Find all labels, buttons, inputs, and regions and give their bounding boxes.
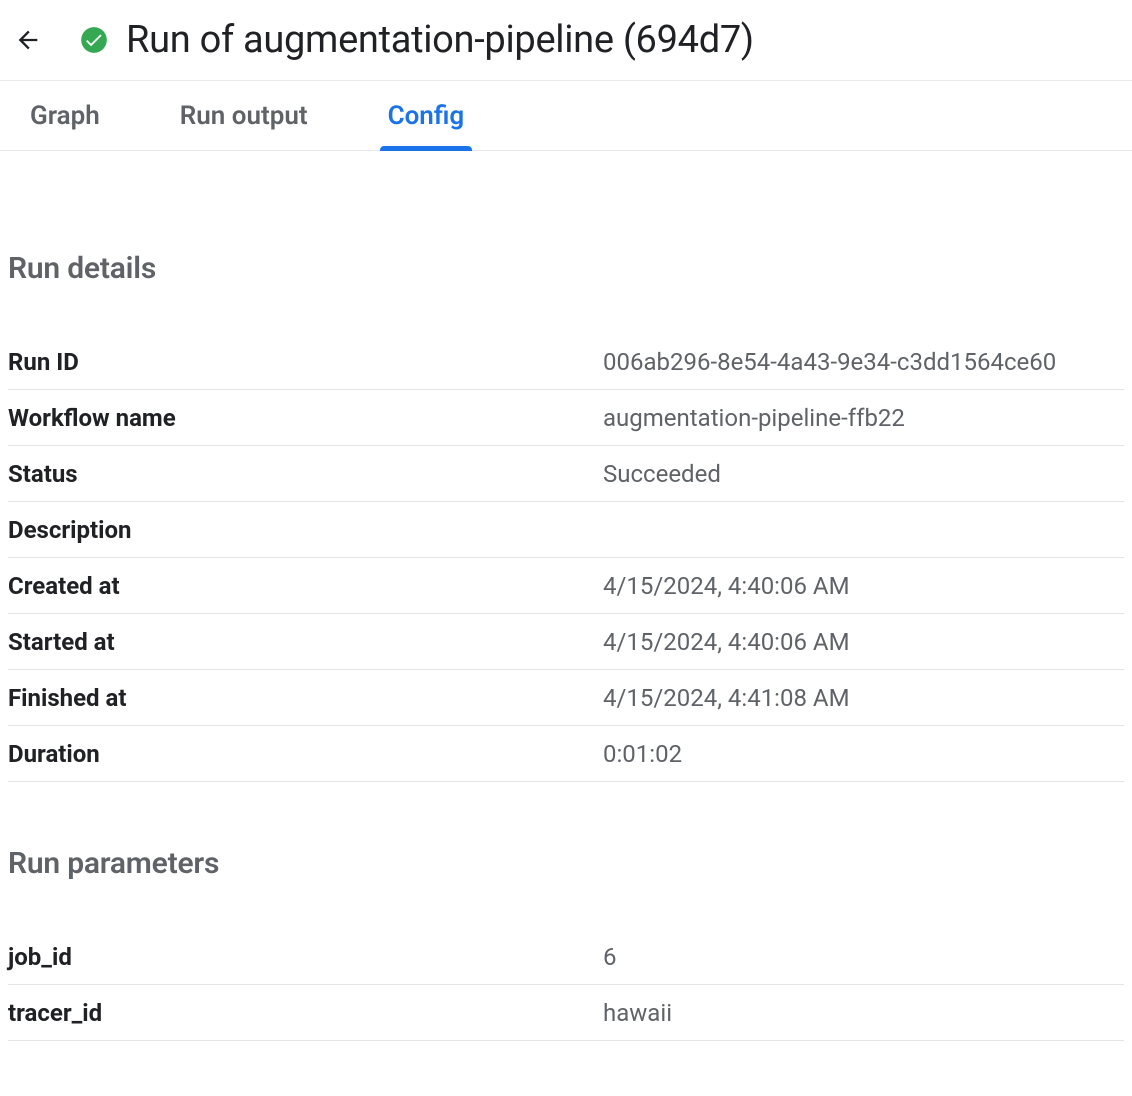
label-duration: Duration: [8, 740, 603, 768]
run-parameters-heading: Run parameters: [8, 846, 1124, 881]
back-button[interactable]: [14, 26, 42, 54]
tab-graph[interactable]: Graph: [30, 81, 100, 151]
status-success-icon: [80, 26, 108, 54]
value-finished-at: 4/15/2024, 4:41:08 AM: [603, 684, 1124, 712]
label-job-id: job_id: [8, 943, 603, 971]
value-workflow-name: augmentation-pipeline-ffb22: [603, 404, 1124, 432]
value-run-id: 006ab296-8e54-4a43-9e34-c3dd1564ce60: [603, 348, 1124, 376]
value-duration: 0:01:02: [603, 740, 1124, 768]
label-created-at: Created at: [8, 572, 603, 600]
row-run-id: Run ID 006ab296-8e54-4a43-9e34-c3dd1564c…: [8, 334, 1124, 390]
check-circle-icon: [80, 26, 108, 54]
label-finished-at: Finished at: [8, 684, 603, 712]
value-job-id: 6: [603, 943, 1124, 971]
run-details-heading: Run details: [8, 251, 1124, 286]
label-run-id: Run ID: [8, 348, 603, 376]
row-created-at: Created at 4/15/2024, 4:40:06 AM: [8, 558, 1124, 614]
value-status: Succeeded: [603, 460, 1124, 488]
label-status: Status: [8, 460, 603, 488]
value-created-at: 4/15/2024, 4:40:06 AM: [603, 572, 1124, 600]
tab-run-output[interactable]: Run output: [180, 81, 308, 151]
row-description: Description: [8, 502, 1124, 558]
row-started-at: Started at 4/15/2024, 4:40:06 AM: [8, 614, 1124, 670]
row-duration: Duration 0:01:02: [8, 726, 1124, 782]
content: Run details Run ID 006ab296-8e54-4a43-9e…: [0, 251, 1132, 1041]
row-tracer-id: tracer_id hawaii: [8, 985, 1124, 1041]
value-tracer-id: hawaii: [603, 999, 1124, 1027]
row-workflow-name: Workflow name augmentation-pipeline-ffb2…: [8, 390, 1124, 446]
tabs: Graph Run output Config: [0, 81, 1132, 151]
header-bar: Run of augmentation-pipeline (694d7): [0, 0, 1132, 81]
page-title: Run of augmentation-pipeline (694d7): [126, 18, 754, 62]
tab-config[interactable]: Config: [388, 81, 465, 151]
value-started-at: 4/15/2024, 4:40:06 AM: [603, 628, 1124, 656]
row-job-id: job_id 6: [8, 929, 1124, 985]
label-started-at: Started at: [8, 628, 603, 656]
row-finished-at: Finished at 4/15/2024, 4:41:08 AM: [8, 670, 1124, 726]
arrow-left-icon: [14, 26, 42, 54]
row-status: Status Succeeded: [8, 446, 1124, 502]
label-description: Description: [8, 516, 603, 544]
label-workflow-name: Workflow name: [8, 404, 603, 432]
label-tracer-id: tracer_id: [8, 999, 603, 1027]
